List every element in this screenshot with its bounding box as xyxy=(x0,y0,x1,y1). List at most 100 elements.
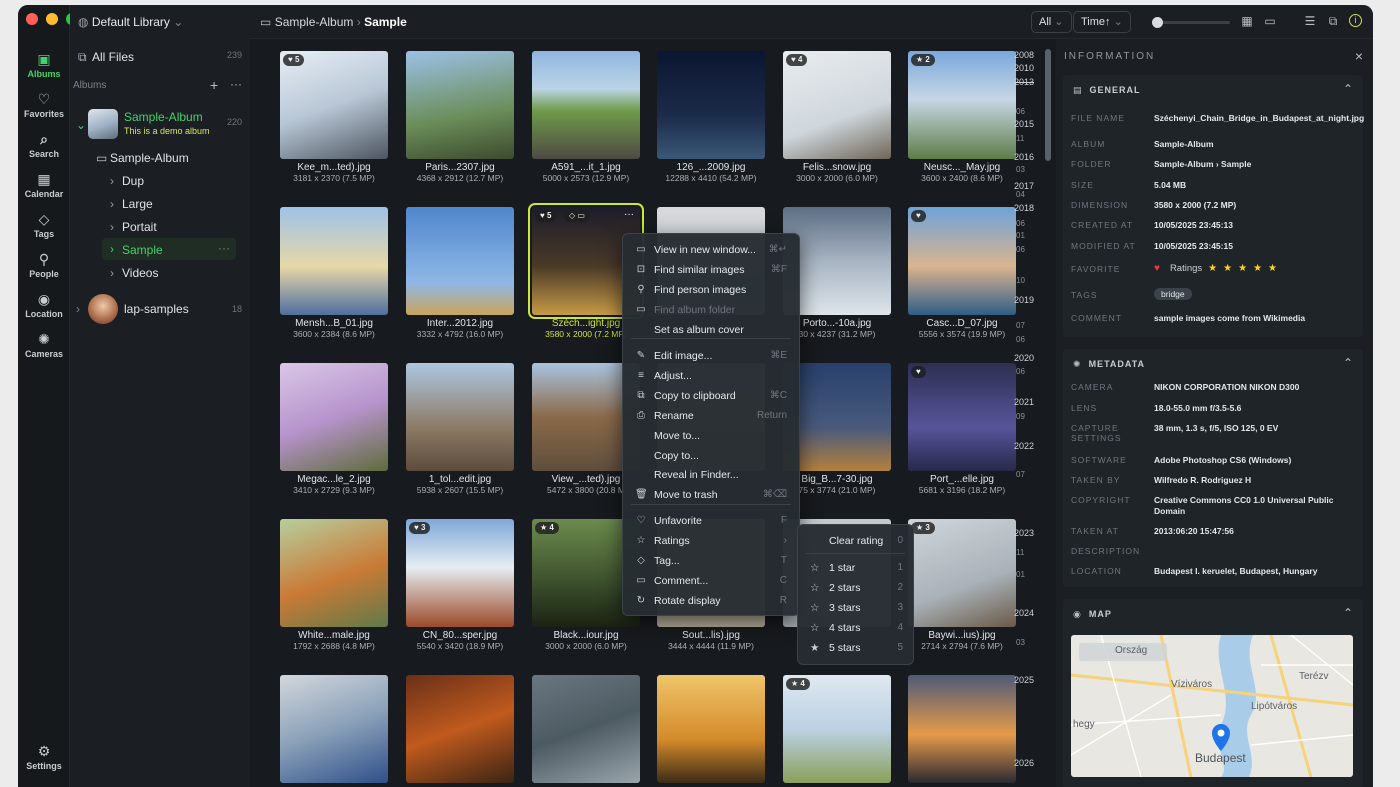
rail-tags[interactable]: ◇ Tags xyxy=(18,211,70,239)
photo-thumbnail[interactable] xyxy=(532,675,640,783)
rail-favorites[interactable]: ♡ Favorites xyxy=(18,91,70,119)
album-sample-album[interactable]: ⌄ Sample-Album This is a demo album 220 xyxy=(70,107,250,143)
timeline-month[interactable]: 03 xyxy=(1016,165,1025,174)
timeline-month[interactable]: 11 xyxy=(1016,548,1024,557)
photo-thumbnail[interactable]: ★ 2 xyxy=(908,51,1016,159)
zoom-slider[interactable] xyxy=(1152,17,1230,28)
menu-item-reveal-in-finder[interactable]: Reveal in Finder... xyxy=(623,466,799,484)
menu-item-find-similar-images[interactable]: ⊡ Find similar images ⌘F xyxy=(623,261,799,279)
clear-rating-item[interactable]: Clear rating 0 xyxy=(798,532,913,550)
chevron-up-icon[interactable]: ⌃ xyxy=(1343,356,1353,370)
tag-chip[interactable]: bridge xyxy=(1154,288,1192,300)
photo-thumbnail[interactable] xyxy=(406,207,514,315)
timeline-month[interactable]: 01 xyxy=(1016,231,1025,240)
all-files-item[interactable]: ⧉ All Files 239 xyxy=(70,50,250,68)
checklist-icon[interactable]: ☰ xyxy=(1303,14,1317,28)
timeline-month[interactable]: 06 xyxy=(1016,219,1025,228)
photo-thumbnail[interactable]: ♥ 3 xyxy=(406,519,514,627)
timeline-year[interactable]: 2022 xyxy=(1008,441,1034,451)
timeline-year[interactable]: 2021 xyxy=(1008,397,1034,407)
rating-item-5[interactable]: ★ 5 stars 5 xyxy=(798,639,913,657)
timeline-year[interactable]: 2026 xyxy=(1008,758,1034,768)
star-icon[interactable]: ★ xyxy=(1238,263,1247,274)
timeline-month[interactable]: 06 xyxy=(1016,367,1025,376)
timeline-year[interactable]: 2018 xyxy=(1008,203,1034,213)
photo-thumbnail[interactable] xyxy=(280,519,388,627)
menu-item-edit-image[interactable]: ✎ Edit image... ⌘E xyxy=(623,347,799,365)
library-switcher[interactable]: ◍ Default Library ⌄ xyxy=(78,15,183,29)
timeline-year[interactable]: 2020 xyxy=(1008,353,1034,363)
star-icon[interactable]: ★ xyxy=(1268,263,1277,274)
photo-thumbnail[interactable]: ★ 4 xyxy=(783,675,891,783)
timeline-month[interactable]: 11 xyxy=(1016,134,1024,143)
timeline-month[interactable]: 07 xyxy=(1016,470,1025,479)
timeline-year[interactable]: 2008 xyxy=(1008,50,1034,60)
more-icon[interactable]: ··· xyxy=(230,77,242,91)
breadcrumb-album[interactable]: Sample-Album xyxy=(275,15,354,29)
rail-albums[interactable]: ▣ Albums xyxy=(18,51,70,79)
timeline-year[interactable]: 2016 xyxy=(1008,152,1034,162)
menu-item-move-to-trash[interactable]: 🗑 Move to trash ⌘⌫ xyxy=(623,486,799,504)
photo-thumbnail[interactable] xyxy=(406,363,514,471)
rail-search[interactable]: ⌕ Search xyxy=(18,131,70,159)
photo-thumbnail[interactable] xyxy=(532,51,640,159)
filter-dropdown[interactable]: All ⌄ xyxy=(1031,11,1072,33)
general-heading[interactable]: ▤ GENERAL xyxy=(1073,85,1141,96)
minimize-window-button[interactable] xyxy=(46,13,58,25)
close-icon[interactable]: × xyxy=(1355,48,1363,64)
photo-thumbnail[interactable]: ♥ xyxy=(908,207,1016,315)
photo-thumbnail[interactable]: ★ 3 xyxy=(908,519,1016,627)
rail-location[interactable]: ◉ Location xyxy=(18,291,70,319)
menu-item-find-person-images[interactable]: ⚲ Find person images xyxy=(623,281,799,299)
sort-dropdown[interactable]: Time↑ ⌄ xyxy=(1073,11,1131,33)
timeline-year[interactable]: 2019 xyxy=(1008,295,1034,305)
info-icon[interactable]: i xyxy=(1349,14,1362,27)
menu-item-tag[interactable]: ◇ Tag... T xyxy=(623,552,799,570)
timeline-month[interactable]: 03 xyxy=(1016,638,1025,647)
timeline-year[interactable]: 2023 xyxy=(1008,528,1034,538)
menu-item-set-as-album-cover[interactable]: Set as album cover xyxy=(623,321,799,339)
timeline-year[interactable]: 2013 xyxy=(1008,77,1034,87)
map-heading[interactable]: ◉ MAP xyxy=(1073,609,1112,620)
rail-people[interactable]: ⚲ People xyxy=(18,251,70,279)
chevron-up-icon[interactable]: ⌃ xyxy=(1343,606,1353,620)
timeline-month[interactable]: 06 xyxy=(1016,245,1025,254)
grid-view-icon[interactable]: ▦ xyxy=(1240,14,1254,28)
photo-thumbnail[interactable] xyxy=(908,675,1016,783)
rail-calendar[interactable]: ▦ Calendar xyxy=(18,171,70,199)
menu-item-adjust[interactable]: ≡ Adjust... xyxy=(623,367,799,385)
timeline-month[interactable]: 06 xyxy=(1016,107,1025,116)
menu-item-move-to[interactable]: Move to... xyxy=(623,427,799,445)
map-view[interactable]: Ország Víziváros Terézv Lipótváros hegy … xyxy=(1071,635,1353,777)
subfolder-sample[interactable]: › Sample ··· xyxy=(102,238,236,260)
photo-thumbnail[interactable]: ♥ 5 xyxy=(280,51,388,159)
rating-item-2[interactable]: ☆ 2 stars 2 xyxy=(798,579,913,597)
menu-item-rename[interactable]: ⎙ Rename Return xyxy=(623,407,799,425)
rating-item-3[interactable]: ☆ 3 stars 3 xyxy=(798,599,913,617)
rail-settings[interactable]: ⚙ Settings xyxy=(18,743,70,771)
photo-thumbnail[interactable]: ♥ 4 xyxy=(783,51,891,159)
photo-thumbnail[interactable] xyxy=(406,675,514,783)
favorite-row[interactable]: ♥ Ratings ★ ★ ★ ★ ★ xyxy=(1154,263,1277,274)
album-lap-samples[interactable]: › lap-samples 18 xyxy=(70,293,250,325)
star-icon[interactable]: ★ xyxy=(1208,263,1217,274)
timeline-month[interactable]: 09 xyxy=(1016,412,1025,421)
slider-thumb[interactable] xyxy=(1152,17,1163,28)
menu-item-comment[interactable]: ▭ Comment... C xyxy=(623,572,799,590)
photo-thumbnail[interactable] xyxy=(280,675,388,783)
photo-thumbnail[interactable] xyxy=(280,363,388,471)
timeline-month[interactable]: 06 xyxy=(1016,335,1025,344)
menu-item-view-in-new-window[interactable]: ▭ View in new window... ⌘↵ xyxy=(623,241,799,259)
timeline-month[interactable]: 10 xyxy=(1016,276,1025,285)
chevron-up-icon[interactable]: ⌃ xyxy=(1343,82,1353,96)
menu-item-unfavorite[interactable]: ♡ Unfavorite F xyxy=(623,512,799,530)
timeline-month[interactable]: 04 xyxy=(1016,190,1025,199)
timeline-year[interactable]: 2010 xyxy=(1008,63,1034,73)
timeline-year[interactable]: 2015 xyxy=(1008,119,1034,129)
menu-item-ratings[interactable]: ☆ Ratings › xyxy=(623,532,799,550)
menu-item-copy-to-clipboard[interactable]: ⧉ Copy to clipboard ⌘C xyxy=(623,387,799,405)
photo-thumbnail[interactable]: ♥ xyxy=(908,363,1016,471)
menu-item-copy-to[interactable]: Copy to... xyxy=(623,447,799,465)
layers-icon[interactable]: ⧉ xyxy=(1326,14,1340,28)
rating-item-1[interactable]: ☆ 1 star 1 xyxy=(798,559,913,577)
